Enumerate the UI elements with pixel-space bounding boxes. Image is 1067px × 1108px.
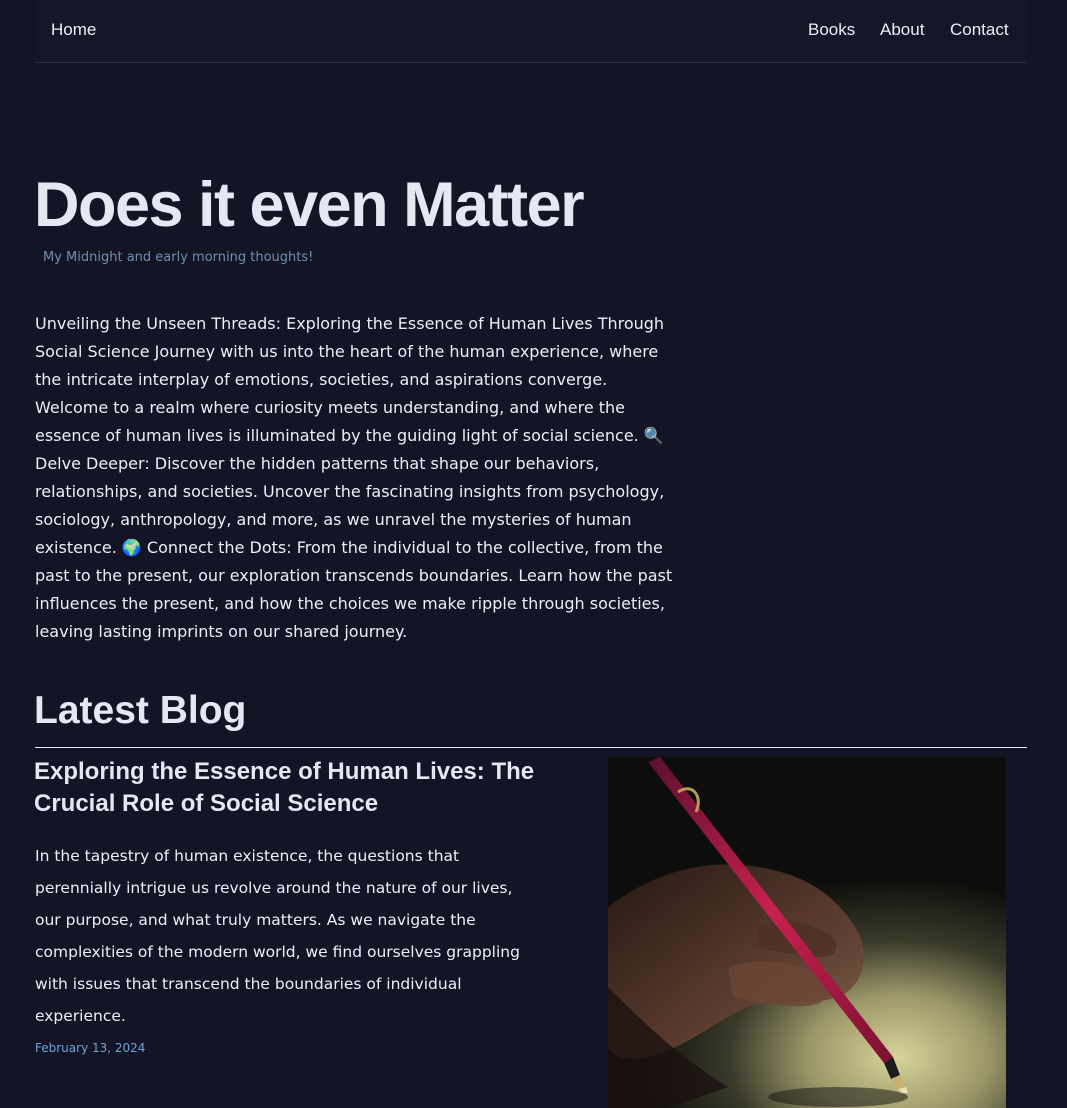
section-divider [35, 747, 1027, 748]
hand-writing-with-pen-image [608, 757, 908, 1108]
latest-blog-heading: Latest Blog [34, 689, 247, 732]
site-title: Does it even Matter [34, 170, 585, 240]
site-tagline: My Midnight and early morning thoughts! [43, 250, 314, 265]
top-navbar: Home Books About Contact [35, 0, 1027, 63]
blog-post-date: February 13, 2024 [35, 1041, 146, 1055]
blog-post-title[interactable]: Exploring the Essence of Human Lives: Th… [34, 756, 554, 820]
blog-post-excerpt: In the tapestry of human existence, the … [35, 847, 520, 1025]
nav-home-link[interactable]: Home [51, 20, 96, 40]
nav-contact-link[interactable]: Contact [950, 20, 1009, 40]
page: Home Books About Contact Does it even Ma… [0, 0, 1067, 1108]
nav-about-link[interactable]: About [880, 20, 924, 40]
intro-text-part-1: Unveiling the Unseen Threads: Exploring … [35, 314, 665, 445]
magnifying-glass-icon: 🔍 [643, 426, 664, 445]
globe-icon: 🌍 [121, 538, 142, 557]
blog-post-image[interactable] [608, 757, 1006, 1108]
intro-paragraph: Unveiling the Unseen Threads: Exploring … [35, 310, 685, 646]
nav-books-link[interactable]: Books [808, 20, 855, 40]
